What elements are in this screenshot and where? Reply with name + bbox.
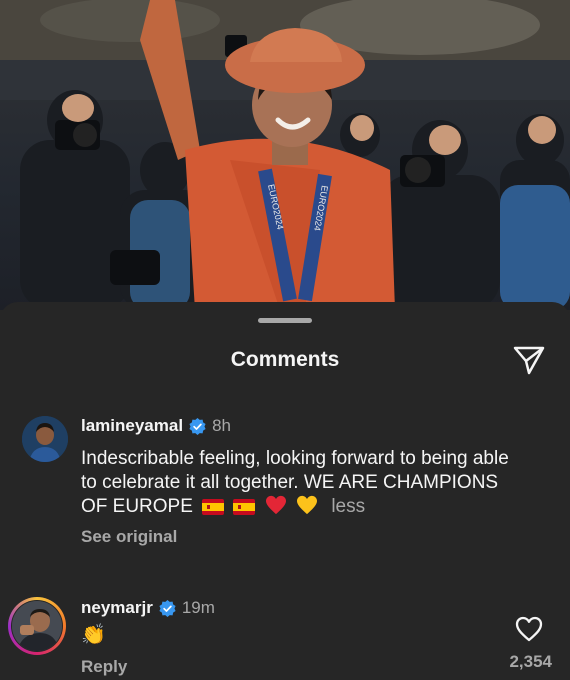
verified-badge-icon [159, 599, 176, 617]
reply-button[interactable]: Reply [81, 657, 127, 677]
verified-badge-icon [189, 417, 206, 435]
avatar[interactable] [12, 601, 62, 651]
comment-timestamp: 8h [212, 416, 231, 435]
flag-spain-icon [202, 498, 225, 522]
less-link[interactable]: less [331, 496, 365, 517]
flag-spain-icon [233, 498, 256, 522]
sheet-title: Comments [230, 348, 340, 371]
comment-text: Indescribable feeling, looking forward t… [81, 448, 509, 517]
sheet-drag-handle[interactable] [258, 318, 312, 323]
comment-username[interactable]: lamineyamal [81, 416, 183, 436]
post-photo: EURO2024 EURO2024 [0, 0, 570, 310]
yellow-heart-icon [296, 495, 318, 522]
avatar[interactable] [22, 416, 68, 462]
comments-sheet: Comments lamineyamal 8h Indescribable fe… [0, 302, 570, 680]
clapping-hands-emoji: 👏 [81, 624, 106, 646]
comment-timestamp: 19m [181, 598, 215, 617]
heart-icon[interactable] [515, 616, 543, 642]
share-icon[interactable] [512, 344, 546, 376]
like-count: 2,354 [509, 652, 552, 671]
comment-username[interactable]: neymarjr [81, 598, 153, 618]
red-heart-icon [265, 495, 287, 522]
comment-text-block: Indescribable feeling, looking forward t… [81, 447, 521, 522]
see-original-link[interactable]: See original [81, 527, 177, 547]
